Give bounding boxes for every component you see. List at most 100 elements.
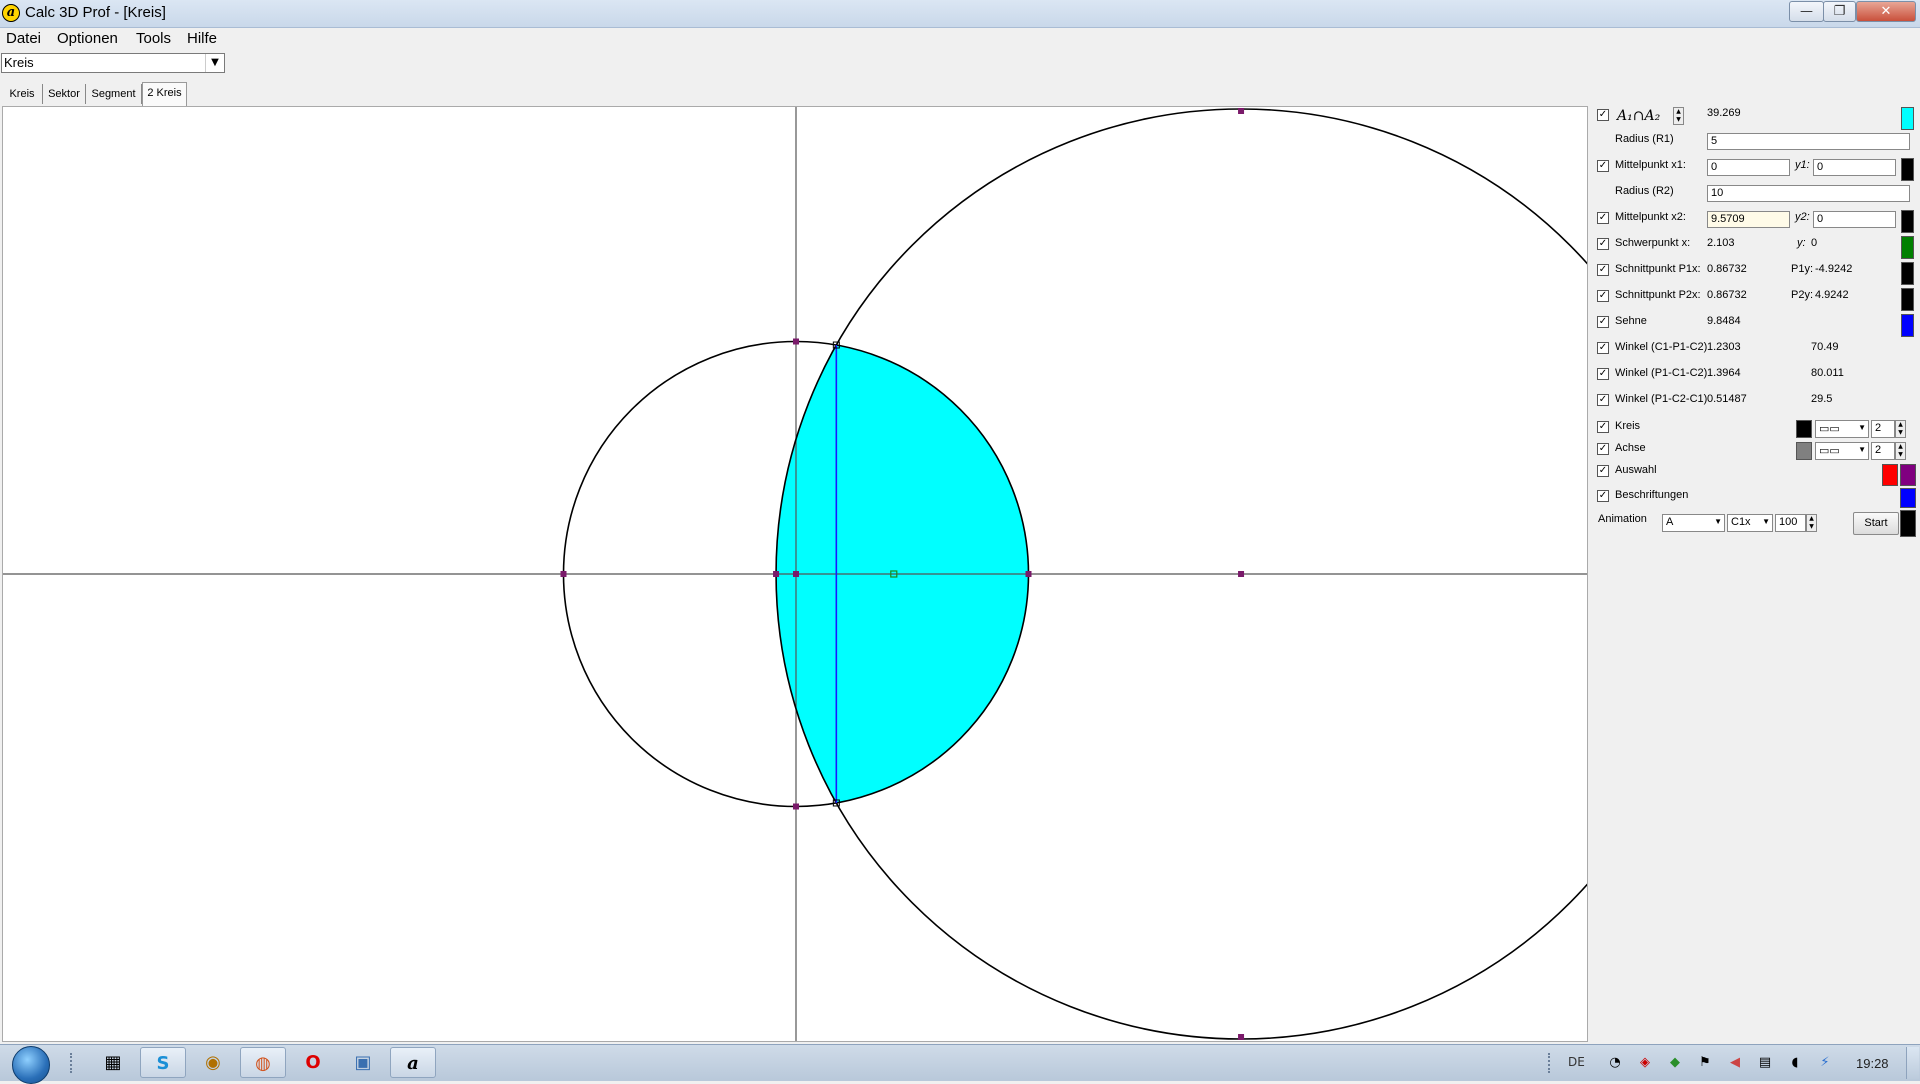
animation-param-combo[interactable]: C1x ▼ <box>1727 514 1773 532</box>
close-button[interactable]: ✕ <box>1856 1 1916 22</box>
checkbox-angle1[interactable]: ✓ <box>1597 342 1609 354</box>
firefox-icon[interactable]: ◍ <box>240 1047 286 1078</box>
taskbar-grip <box>70 1053 80 1073</box>
tab-sektor[interactable]: Sektor <box>43 84 86 104</box>
show-desktop-button[interactable] <box>1906 1047 1919 1079</box>
radius1-input[interactable]: 5 <box>1707 133 1910 150</box>
explorer-icon[interactable]: ▦ <box>90 1047 136 1078</box>
taskbar: ▦ S ◉ ◍ O ▣ a DE ◔ ◈ ◆ ⚑ ◀ ▤ ◖ ⚡ 19:28 <box>0 1044 1920 1084</box>
tray-app-icon[interactable]: ◈ <box>1636 1055 1654 1071</box>
p2-y-value: 4.9242 <box>1815 289 1849 301</box>
opera-icon[interactable]: O <box>290 1047 336 1078</box>
circle-width-input[interactable]: 2 <box>1871 420 1895 438</box>
circle-color-swatch[interactable] <box>1796 420 1812 438</box>
checkbox-chord[interactable]: ✓ <box>1597 316 1609 328</box>
axis-color-swatch[interactable] <box>1796 442 1812 460</box>
checkbox-selection[interactable]: ✓ <box>1597 465 1609 477</box>
centroid-x-value: 2.103 <box>1707 237 1735 249</box>
radius1-label: Radius (R1) <box>1615 133 1674 145</box>
selection-color-swatch-1[interactable] <box>1882 464 1898 486</box>
app-icon[interactable]: a <box>2 4 20 22</box>
p2-color-swatch[interactable] <box>1901 288 1914 311</box>
chevron-down-icon: ▼ <box>1762 517 1770 526</box>
checkbox-p2[interactable]: ✓ <box>1597 290 1609 302</box>
center-2-marker <box>1238 571 1245 577</box>
p2y-label: P2y: <box>1791 289 1814 301</box>
start-menu-button[interactable] <box>12 1046 50 1084</box>
selection-label: Auswahl <box>1615 464 1657 476</box>
center2-y-input[interactable]: 0 <box>1813 211 1896 228</box>
geometry-plot[interactable] <box>3 107 1587 1041</box>
shield-icon[interactable]: ◆ <box>1666 1055 1684 1071</box>
menu-tools[interactable]: Tools <box>136 30 171 47</box>
animation-steps-spinner[interactable]: ▲ ▼ <box>1806 514 1817 532</box>
minimize-button[interactable]: — <box>1789 1 1824 22</box>
axis-width-spinner[interactable]: ▲ ▼ <box>1895 442 1906 460</box>
checkbox-angle2[interactable]: ✓ <box>1597 368 1609 380</box>
y2-label: y2: <box>1795 211 1810 223</box>
p1-x-value: 0.86732 <box>1707 263 1747 275</box>
calc3d-icon[interactable]: a <box>390 1047 436 1078</box>
checkbox-intersection[interactable]: ✓ <box>1597 109 1609 121</box>
checkbox-angle3[interactable]: ✓ <box>1597 394 1609 406</box>
tab-kreis[interactable]: Kreis <box>2 84 43 104</box>
labels-color-swatch[interactable] <box>1900 488 1916 508</box>
animation-variable-combo[interactable]: A ▼ <box>1662 514 1725 532</box>
center1-y-input[interactable]: 0 <box>1813 159 1896 176</box>
chevron-down-icon: ▼ <box>1858 423 1866 432</box>
tab-segment[interactable]: Segment <box>86 84 142 104</box>
circle-linestyle-combo[interactable]: ▭▭ ▼ <box>1815 420 1869 438</box>
menu-hilfe[interactable]: Hilfe <box>187 30 217 47</box>
center2-x-input[interactable]: 9.5709 <box>1707 211 1790 228</box>
center1-color-swatch[interactable] <box>1901 158 1914 181</box>
shape-select[interactable]: Kreis ▼ <box>1 53 225 73</box>
clock[interactable]: 19:28 <box>1856 1056 1889 1071</box>
clock-app-icon[interactable]: ◔ <box>1606 1055 1624 1071</box>
skype-icon[interactable]: S <box>140 1047 186 1078</box>
checkbox-p1[interactable]: ✓ <box>1597 264 1609 276</box>
language-indicator[interactable]: DE <box>1568 1055 1585 1069</box>
p1y-label: P1y: <box>1791 263 1814 275</box>
network-tray-icon[interactable]: ▤ <box>1756 1055 1774 1071</box>
p2-x-value: 0.86732 <box>1707 289 1747 301</box>
axis-width-input[interactable]: 2 <box>1871 442 1895 460</box>
chord-color-swatch[interactable] <box>1901 314 1914 337</box>
intersection-color-swatch[interactable] <box>1901 107 1914 130</box>
checkbox-labels[interactable]: ✓ <box>1597 490 1609 502</box>
animation-variable-value: A <box>1666 516 1674 528</box>
checkbox-circle-style[interactable]: ✓ <box>1597 421 1609 433</box>
centroid-color-swatch[interactable] <box>1901 236 1914 259</box>
speaker-icon[interactable]: ◖ <box>1786 1055 1804 1071</box>
axis-style-label: Achse <box>1615 442 1646 454</box>
network-icon[interactable]: ▣ <box>340 1047 386 1078</box>
center2-color-swatch[interactable] <box>1901 210 1914 233</box>
axis-linestyle-combo[interactable]: ▭▭ ▼ <box>1815 442 1869 460</box>
circle-width-spinner[interactable]: ▲ ▼ <box>1895 420 1906 438</box>
tab-2-kreis[interactable]: 2 Kreis <box>142 82 187 106</box>
power-icon[interactable]: ⚡ <box>1816 1055 1834 1071</box>
app-icon[interactable]: ◉ <box>190 1047 236 1078</box>
flag-icon[interactable]: ⚑ <box>1696 1055 1714 1071</box>
radius2-input[interactable]: 10 <box>1707 185 1910 202</box>
maximize-button[interactable]: ❐ <box>1823 1 1856 22</box>
intersection-spinner[interactable]: ▲ ▼ <box>1673 107 1684 125</box>
checkbox-axis-style[interactable]: ✓ <box>1597 443 1609 455</box>
start-button[interactable]: Start <box>1853 512 1899 535</box>
labels-label: Beschriftungen <box>1615 489 1689 501</box>
centroid-y-value: 0 <box>1811 237 1818 249</box>
circle1-right-marker <box>1025 571 1032 577</box>
volume-warning-icon[interactable]: ◀ <box>1726 1055 1744 1071</box>
selection-color-swatch-2[interactable] <box>1900 464 1916 486</box>
p1-color-swatch[interactable] <box>1901 262 1914 285</box>
animation-param-value: C1x <box>1731 516 1751 528</box>
center1-x-input[interactable]: 0 <box>1707 159 1790 176</box>
menu-datei[interactable]: Datei <box>6 30 41 47</box>
checkbox-center1[interactable]: ✓ <box>1597 160 1609 172</box>
animation-steps-input[interactable]: 100 <box>1775 514 1806 532</box>
chevron-down-icon[interactable]: ▼ <box>205 54 224 72</box>
bottom-color-swatch[interactable] <box>1900 510 1916 537</box>
drawing-canvas[interactable] <box>2 106 1588 1042</box>
checkbox-centroid[interactable]: ✓ <box>1597 238 1609 250</box>
menu-optionen[interactable]: Optionen <box>57 30 118 47</box>
checkbox-center2[interactable]: ✓ <box>1597 212 1609 224</box>
